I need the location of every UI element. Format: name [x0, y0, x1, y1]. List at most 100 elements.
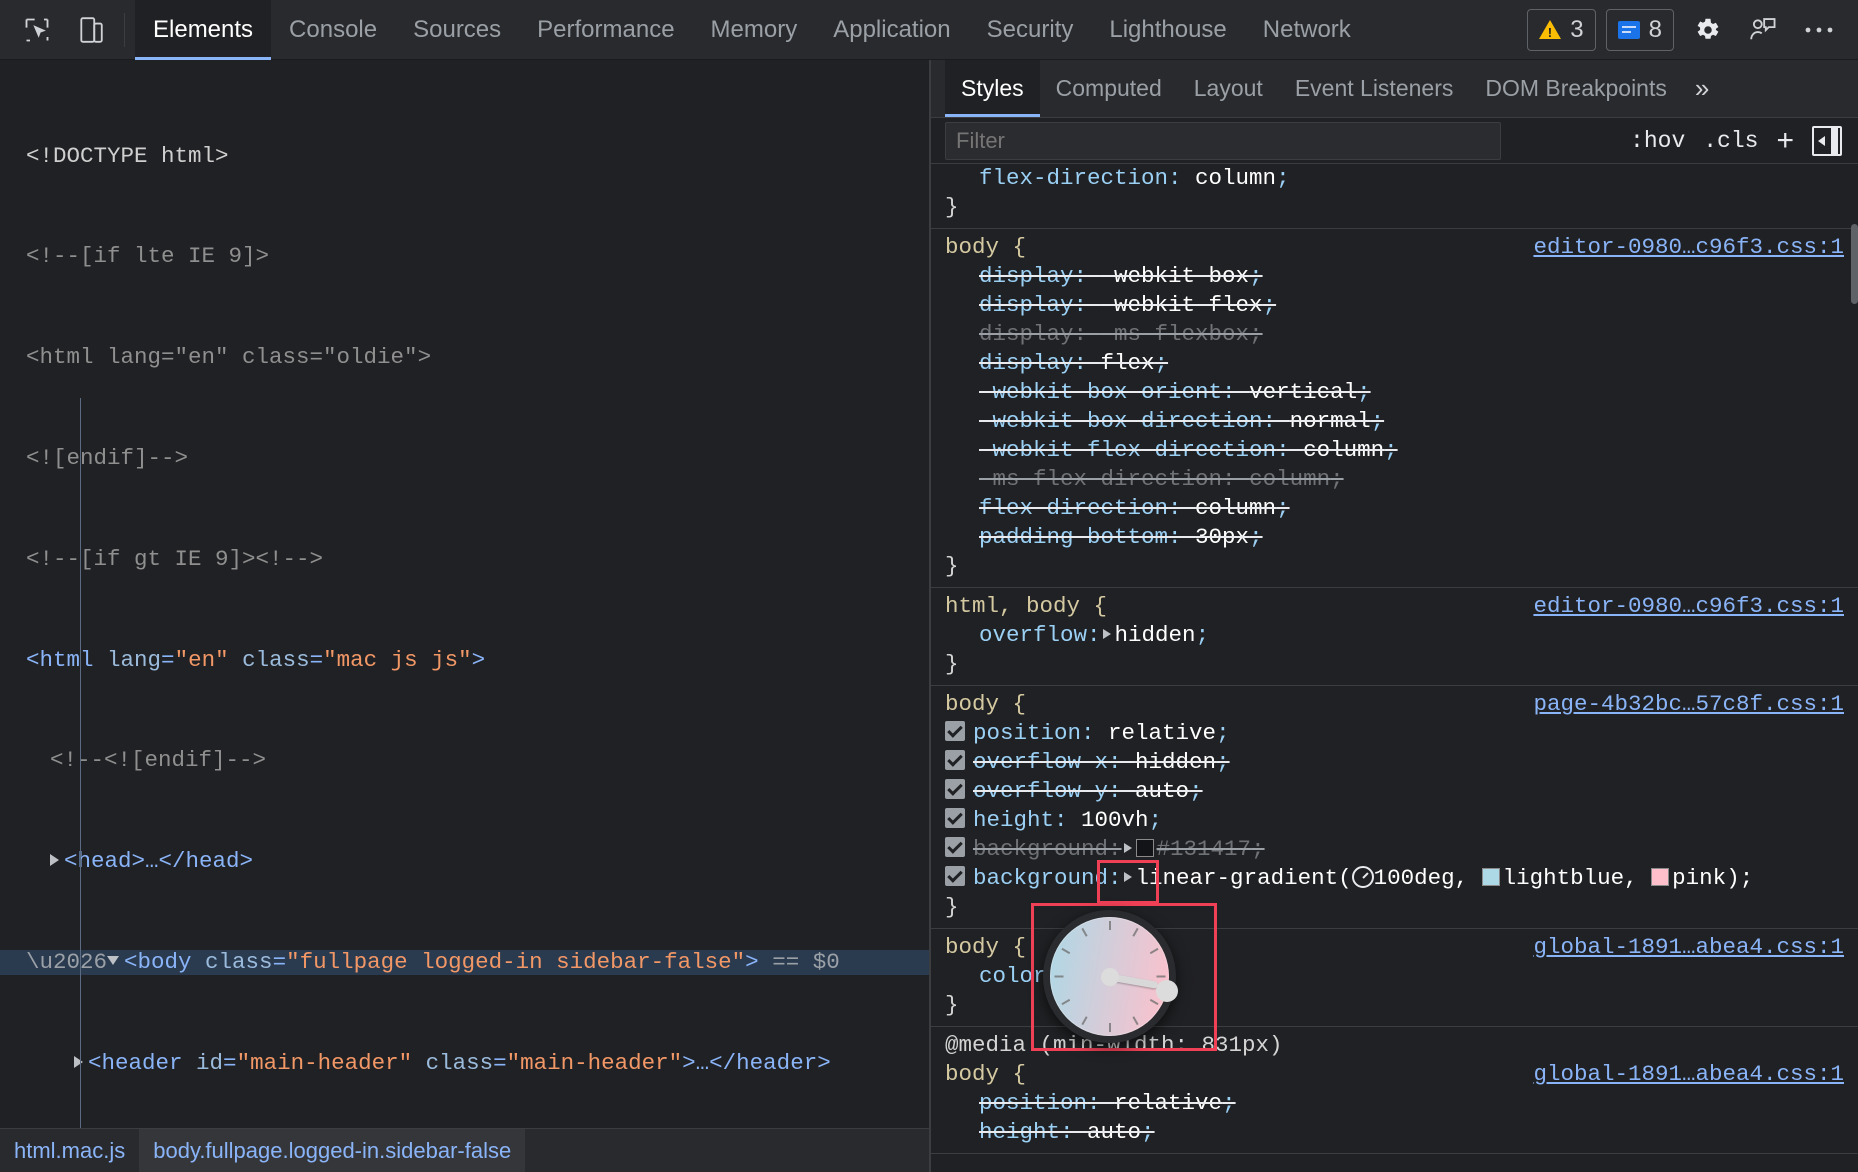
declaration[interactable]: position: relative; — [931, 1089, 1858, 1118]
declaration[interactable]: flex-direction: column; — [931, 494, 1858, 523]
tab-dom-breakpoints[interactable]: DOM Breakpoints — [1469, 60, 1683, 117]
message-count-button[interactable]: 8 — [1606, 9, 1674, 51]
declaration[interactable]: display: -webkit-flex; — [931, 291, 1858, 320]
angle-dial-face[interactable] — [1050, 917, 1169, 1036]
new-style-rule-button[interactable]: + — [1776, 126, 1794, 156]
expand-shorthand-icon[interactable] — [1124, 872, 1132, 882]
dom-line-doctype[interactable]: <!DOCTYPE html> — [0, 144, 929, 169]
declaration-checkbox[interactable] — [945, 837, 965, 857]
more-tabs-icon[interactable]: » — [1683, 60, 1721, 117]
more-options-icon[interactable] — [1796, 7, 1842, 53]
tab-layout[interactable]: Layout — [1178, 60, 1279, 117]
tab-application[interactable]: Application — [815, 0, 968, 60]
declaration[interactable]: -webkit-box-direction: normal; — [931, 407, 1858, 436]
color-swatch[interactable] — [1136, 839, 1154, 857]
declaration[interactable]: -webkit-flex-direction: column; — [931, 436, 1858, 465]
dom-line-body-selected[interactable]: \u2026<body class="fullpage logged-in si… — [0, 950, 929, 975]
breadcrumb[interactable]: html.mac.js body.fullpage.logged-in.side… — [0, 1128, 929, 1172]
declaration[interactable]: height: 100vh; — [931, 806, 1858, 835]
gradient-angle-value[interactable]: 100deg — [1374, 865, 1455, 891]
tab-lighthouse[interactable]: Lighthouse — [1091, 0, 1244, 60]
rule-source-link[interactable]: page-4b32bc…57c8f.css:1 — [1533, 690, 1844, 719]
chevron-right-icon[interactable] — [74, 1056, 83, 1068]
tab-elements[interactable]: Elements — [135, 0, 271, 60]
device-toolbar-icon[interactable] — [68, 7, 114, 53]
color-swatch-pink[interactable] — [1651, 868, 1669, 886]
dial-knob[interactable] — [1156, 980, 1178, 1002]
rule-source-link[interactable]: editor-0980…c96f3.css:1 — [1533, 592, 1844, 621]
tab-computed[interactable]: Computed — [1040, 60, 1178, 117]
expand-shorthand-icon[interactable] — [1124, 843, 1132, 853]
declaration-background-gradient[interactable]: background:linear-gradient(100deg, light… — [931, 864, 1858, 893]
breadcrumb-item-body[interactable]: body.fullpage.logged-in.sidebar-false — [139, 1129, 525, 1172]
filter-input[interactable] — [945, 122, 1501, 160]
declaration[interactable]: height: auto; — [931, 1118, 1858, 1147]
declaration[interactable]: -ms-flex-direction: column; — [931, 465, 1858, 494]
rule-selector[interactable]: body { editor-0980…c96f3.css:1 — [931, 233, 1858, 262]
gradient-color-1[interactable]: lightblue — [1503, 865, 1625, 891]
feedback-icon[interactable] — [1740, 7, 1786, 53]
rule-source-link[interactable]: global-1891…abea4.css:1 — [1533, 1060, 1844, 1089]
tab-memory[interactable]: Memory — [693, 0, 816, 60]
rule-source-link[interactable]: editor-0980…c96f3.css:1 — [1533, 233, 1844, 262]
declaration[interactable]: background:#131417; — [931, 835, 1858, 864]
declaration-checkbox[interactable] — [945, 808, 965, 828]
declaration-checkbox[interactable] — [945, 866, 965, 886]
styles-scrollbar-thumb[interactable] — [1851, 224, 1858, 304]
declaration[interactable]: flex-direction: column; — [931, 164, 1858, 193]
rule-selector[interactable]: html, body { editor-0980…c96f3.css:1 — [931, 592, 1858, 621]
warning-count-button[interactable]: 3 — [1527, 9, 1595, 51]
declaration[interactable]: padding-bottom: 30px; — [931, 523, 1858, 552]
rule-source-link[interactable]: global-1891…abea4.css:1 — [1533, 933, 1844, 962]
gear-icon[interactable] — [1684, 7, 1730, 53]
declaration-checkbox[interactable] — [945, 721, 965, 741]
toggle-class-button[interactable]: .cls — [1703, 128, 1758, 154]
declaration-checkbox[interactable] — [945, 779, 965, 799]
tab-event-listeners[interactable]: Event Listeners — [1279, 60, 1470, 117]
dom-tree[interactable]: <!DOCTYPE html> <!--[if lte IE 9]> <html… — [0, 60, 929, 1172]
toggle-sidebar-icon[interactable] — [1812, 126, 1842, 156]
css-rule-html-body[interactable]: html, body { editor-0980…c96f3.css:1 ove… — [931, 588, 1858, 686]
dom-line-comment-5[interactable]: <!--<![endif]--> — [0, 748, 929, 773]
styles-panel-tabs: Styles Computed Layout Event Listeners D… — [931, 60, 1858, 118]
declaration[interactable]: display: -webkit-box; — [931, 262, 1858, 291]
tab-network[interactable]: Network — [1245, 0, 1369, 60]
inspect-element-icon[interactable] — [14, 7, 60, 53]
dom-line-comment-4[interactable]: <!--[if gt IE 9]><!--> — [0, 547, 929, 572]
dom-line-comment-3[interactable]: <![endif]--> — [0, 446, 929, 471]
tab-styles[interactable]: Styles — [945, 60, 1040, 117]
rule-selector[interactable]: body { page-4b32bc…57c8f.css:1 — [931, 690, 1858, 719]
tab-performance[interactable]: Performance — [519, 0, 692, 60]
dom-line-comment-2[interactable]: <html lang="en" class="oldie"> — [0, 345, 929, 370]
declaration[interactable]: display: -ms-flexbox; — [931, 320, 1858, 349]
toggle-element-state-button[interactable]: :hov — [1630, 128, 1685, 154]
css-rule-partial[interactable]: flex-direction: column; } — [931, 164, 1858, 229]
expand-shorthand-icon[interactable] — [1103, 629, 1111, 639]
css-rule-body-page[interactable]: body { page-4b32bc…57c8f.css:1 position:… — [931, 686, 1858, 929]
declaration[interactable]: -webkit-box-orient: vertical; — [931, 378, 1858, 407]
elements-dom-tree-panel[interactable]: <!DOCTYPE html> <!--[if lte IE 9]> <html… — [0, 60, 929, 1172]
declaration[interactable]: position: relative; — [931, 719, 1858, 748]
color-swatch-lightblue[interactable] — [1482, 868, 1500, 886]
chevron-right-icon[interactable] — [50, 854, 59, 866]
tab-security[interactable]: Security — [969, 0, 1092, 60]
angle-picker-dial[interactable] — [1043, 910, 1176, 1043]
tab-sources[interactable]: Sources — [395, 0, 519, 60]
dom-line-comment-1[interactable]: <!--[if lte IE 9]> — [0, 244, 929, 269]
declaration[interactable]: overflow-x: hidden; — [931, 748, 1858, 777]
dom-line-html[interactable]: <html lang="en" class="mac js js"> — [0, 648, 929, 673]
dom-line-header[interactable]: <header id="main-header" class="main-hea… — [0, 1051, 929, 1076]
css-rule-media-body-global[interactable]: @media (min-width: 831px) body { global-… — [931, 1027, 1858, 1154]
gradient-color-2[interactable]: pink — [1672, 865, 1726, 891]
css-rule-body-editor[interactable]: body { editor-0980…c96f3.css:1 display: … — [931, 229, 1858, 588]
declaration[interactable]: overflow-y: auto; — [931, 777, 1858, 806]
angle-picker-icon[interactable] — [1352, 866, 1374, 888]
breadcrumb-item-html[interactable]: html.mac.js — [0, 1129, 139, 1172]
declaration[interactable]: overflow:hidden; — [931, 621, 1858, 650]
rule-selector[interactable]: body { global-1891…abea4.css:1 — [931, 1060, 1858, 1089]
chevron-down-icon[interactable] — [107, 956, 119, 965]
declaration[interactable]: display: flex; — [931, 349, 1858, 378]
dom-line-head[interactable]: <head>…</head> — [0, 849, 929, 874]
tab-console[interactable]: Console — [271, 0, 395, 60]
declaration-checkbox[interactable] — [945, 750, 965, 770]
